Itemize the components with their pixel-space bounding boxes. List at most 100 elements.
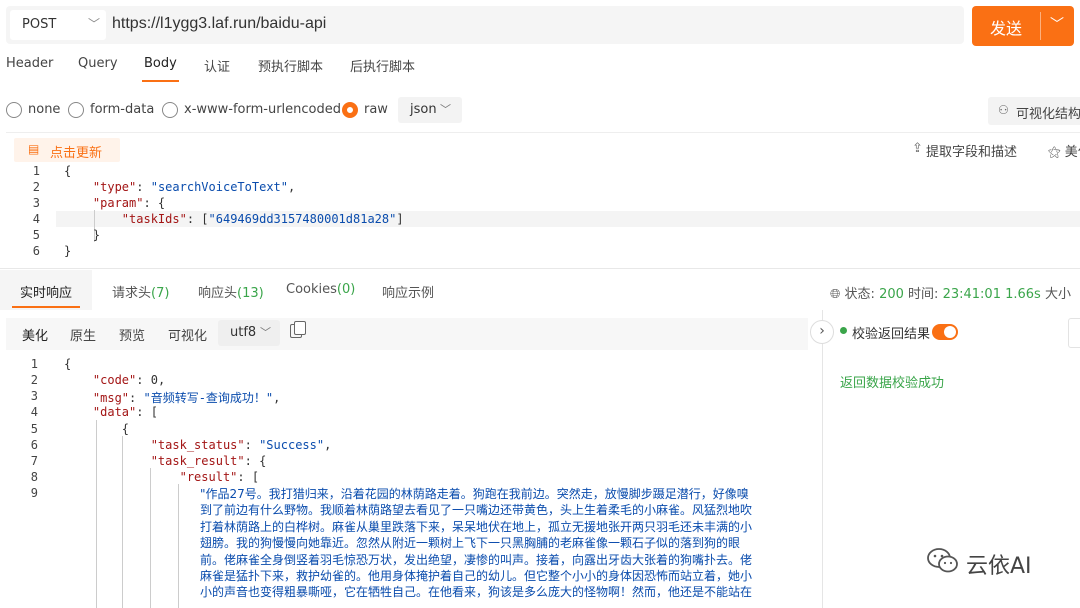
tab-cookies[interactable]: Cookies(0) [286, 282, 355, 297]
tab-label: 响应示例 [382, 286, 435, 301]
tab-query[interactable]: Query [78, 56, 118, 71]
tab-pre-script[interactable]: 预执行脚本 [258, 56, 323, 75]
radio-circle-selected [342, 102, 358, 118]
result-text-line: 小的声音也变得粗暴嘶哑，它在牺牲自己。在他看来，狗该是多么庞大的怪物啊！然而，他… [200, 585, 753, 600]
line-number: 5 [30, 422, 38, 436]
tab-response-headers[interactable]: 响应头(13) [198, 282, 264, 301]
tab-label: 响应头 [198, 286, 238, 301]
send-label: 发送 [990, 19, 1023, 38]
view-visualize[interactable]: 可视化 [168, 325, 207, 344]
tab-label: Cookies [286, 282, 337, 297]
line-number: 6 [32, 244, 40, 258]
radio-label: form-data [90, 102, 155, 117]
status-dot-icon [840, 327, 847, 334]
collapse-chevron-icon[interactable]: › [810, 320, 834, 344]
code-line[interactable]: "type": "searchVoiceToText", [64, 180, 295, 194]
line-number: 7 [30, 454, 38, 468]
line-number: 3 [32, 196, 40, 210]
tab-count: (7) [151, 286, 170, 301]
encoding-label: utf8 [230, 325, 257, 340]
chevron-down-icon[interactable]: ﹀ [1050, 14, 1064, 34]
status-code: 200 [879, 287, 904, 302]
line-number: 6 [30, 438, 38, 452]
time-value: 23:41:01 [942, 287, 1001, 302]
line-number: 8 [30, 470, 38, 484]
section-divider [0, 268, 1080, 269]
line-number: 1 [30, 357, 38, 371]
line-number: 3 [30, 389, 38, 403]
code-line: "code": 0, [92, 373, 166, 387]
code-line[interactable]: "param": { [64, 196, 165, 210]
watermark: 云依AI [966, 554, 1032, 579]
code-line: "msg": "音频转写-查询成功！", [92, 391, 281, 405]
tab-body[interactable]: Body [142, 56, 179, 82]
code-line[interactable]: "taskIds": ["649469dd3157480001d81a28"] [64, 212, 404, 226]
send-button[interactable]: 发送 ﹀ [972, 6, 1074, 46]
upload-icon: ⇪ [912, 141, 923, 156]
radio-circle [6, 102, 22, 118]
radio-circle [162, 102, 178, 118]
request-editor: ▤ 点击更新 ⇪ 提取字段和描述 ⚝ 美化 [6, 132, 1080, 262]
chevron-down-icon: ﹀ [440, 103, 451, 116]
method-select[interactable]: POST ﹀ [10, 10, 106, 40]
view-preview[interactable]: 预览 [119, 325, 145, 344]
magic-icon: ⚝ [1048, 145, 1065, 160]
result-text-line: "作品27号。我打猎归来，沿着花园的林荫路走着。狗跑在我前边。突然走，放慢脚步蹑… [200, 487, 749, 501]
result-text-line: 到了前边有什么野物。我顺着林荫路望去看见了一只嘴边还带黄色，头上生着柔毛的小麻雀… [200, 503, 753, 518]
chevron-down-icon: ﹀ [88, 17, 101, 31]
copy-icon[interactable] [290, 321, 306, 338]
verify-toggle[interactable] [932, 324, 958, 340]
format-select[interactable]: json ﹀ [398, 97, 462, 123]
tab-auth[interactable]: 认证 [204, 56, 230, 75]
code-line: "task_result": { [150, 454, 267, 468]
visual-structure-label: 可视化结构 [1016, 107, 1080, 122]
update-label: 点击更新 [50, 146, 103, 161]
radio-label: x-www-form-urlencoded [184, 102, 342, 117]
line-number: 1 [32, 164, 40, 178]
structure-icon: ⚇ [998, 103, 1009, 117]
verify-label: 校验返回结果 [852, 327, 931, 342]
url-bar: POST ﹀ https://l1ygg3.laf.run/baidu-api [6, 6, 964, 44]
chevron-down-icon: ﹀ [260, 326, 271, 339]
line-number: 9 [30, 486, 38, 500]
size-label: 大小 [1044, 287, 1071, 302]
tab-count: (13) [237, 286, 264, 301]
encoding-select[interactable]: utf8 ﹀ [218, 320, 280, 346]
tab-response-example[interactable]: 响应示例 [382, 282, 434, 301]
code-line: { [64, 357, 72, 371]
code-line[interactable]: { [64, 164, 71, 178]
wechat-icon [927, 548, 958, 573]
code-line[interactable]: } [64, 228, 100, 242]
panel-splitter[interactable] [822, 310, 823, 608]
tab-header[interactable]: Header [6, 56, 53, 71]
radio-label: none [28, 102, 61, 117]
view-beautify[interactable]: 美化 [22, 325, 48, 344]
tab-live-response[interactable]: 实时响应 [11, 282, 81, 308]
tab-post-script[interactable]: 后执行脚本 [350, 56, 415, 75]
radio-circle [68, 102, 84, 118]
visual-structure-button[interactable]: ⚇ 可视化结构 [988, 97, 1080, 125]
radio-label: raw [364, 102, 388, 117]
duration-value: 1.66s [1005, 287, 1041, 302]
code-line[interactable]: } [64, 244, 71, 258]
line-number: 2 [32, 180, 40, 194]
globe-icon: 🌐︎ [830, 287, 841, 302]
update-button[interactable]: ▤ 点击更新 [14, 138, 120, 162]
document-icon: ▤ [28, 142, 40, 156]
indent-guide [150, 468, 151, 608]
line-number: 2 [30, 373, 38, 387]
url-input[interactable]: https://l1ygg3.laf.run/baidu-api [112, 15, 326, 33]
result-text-line: 打着林荫路上的白桦树。麻雀从巢里跌落下来，呆呆地伏在地上，孤立无援地张开两只羽毛… [200, 519, 753, 534]
tab-request-headers[interactable]: 请求头(7) [112, 282, 169, 301]
tab-count: (0) [336, 282, 356, 297]
code-line: "data": [ [92, 405, 158, 419]
result-text: "作品27号。我打猎归来，沿着花园的林荫路走着。狗跑在我前边。突然走，放慢脚步蹑… [200, 486, 806, 601]
view-raw[interactable]: 原生 [70, 325, 96, 344]
side-panel-control[interactable] [1068, 318, 1080, 348]
beautify-button[interactable]: ⚝ 美化 [1048, 141, 1080, 160]
line-number: 4 [32, 212, 40, 226]
status-label: 状态: [844, 287, 875, 302]
tab-label: 实时响应 [20, 286, 73, 301]
code-line: "task_status": "Success", [150, 438, 332, 452]
extract-fields-button[interactable]: 提取字段和描述 [926, 141, 1017, 160]
